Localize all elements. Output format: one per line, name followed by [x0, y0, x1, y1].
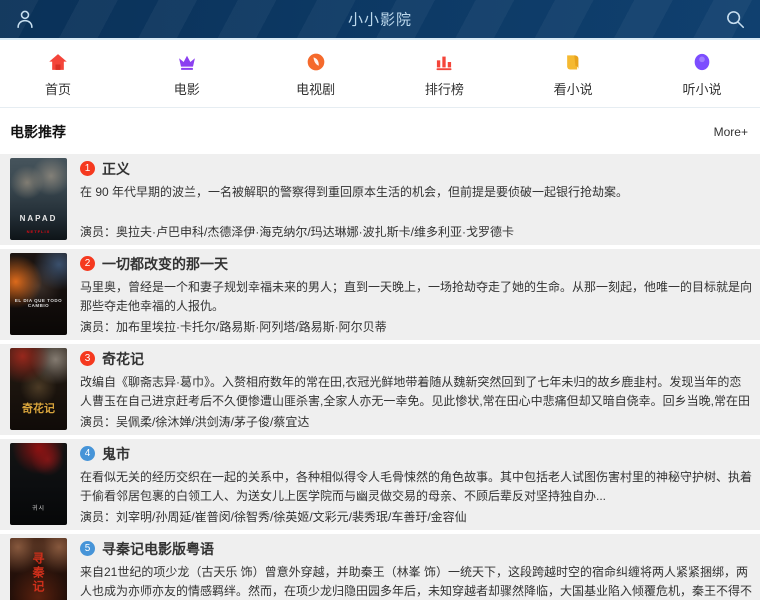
section-header: 电影推荐 More+ — [0, 108, 760, 154]
movie-poster[interactable]: NAPAD NETFLIX — [10, 158, 67, 240]
movie-content: 1 正义 在 90 年代早期的波兰，一名被解职的警察得到重回原本生活的机会，但前… — [80, 158, 752, 241]
movie-cast: 演员：刘宰明/孙周延/崔普闵/徐智秀/徐英姬/文彩元/裴秀珉/车善玗/金容仙 — [80, 510, 467, 524]
movie-poster[interactable]: 奇花记 — [10, 348, 67, 430]
poster-sub-text: NETFLIX — [26, 229, 51, 234]
movie-list-item[interactable]: NAPAD NETFLIX 1 正义 在 90 年代早期的波兰，一名被解职的警察… — [0, 154, 760, 245]
nav-bar: 首页 电影 电视剧 排行榜 看小说 听小说 — [0, 40, 760, 108]
nav-item-tv[interactable]: 电视剧 — [294, 52, 338, 98]
nav-item-label: 听小说 — [682, 82, 722, 97]
movie-content: 5 寻秦记电影版粤语 来自21世纪的项少龙（古天乐 饰）曾意外穿越，并助秦王（林… — [80, 538, 752, 600]
rank-badge: 1 — [80, 161, 95, 176]
rank-badge: 5 — [80, 541, 95, 556]
movie-title[interactable]: 寻秦记电影版粤语 — [102, 539, 214, 559]
movie-title-line: 3 奇花记 — [80, 348, 752, 369]
rank-badge: 3 — [80, 351, 95, 366]
app-header: 小小影院 — [0, 0, 760, 40]
movie-list: NAPAD NETFLIX 1 正义 在 90 年代早期的波兰，一名被解职的警察… — [0, 154, 760, 600]
movie-title-line: 2 一切都改变的那一天 — [80, 253, 752, 274]
tv-icon — [306, 52, 326, 72]
movie-description: 马里奥，曾经是一个和妻子规划幸福未来的男人；直到一天晚上，一场抢劫夺走了她的生命… — [80, 280, 752, 313]
nav-item-ranking[interactable]: 排行榜 — [422, 52, 466, 98]
movie-title-line: 4 鬼市 — [80, 443, 752, 464]
nav-item-label: 首页 — [44, 82, 71, 97]
movie-title-line: 5 寻秦记电影版粤语 — [80, 538, 752, 559]
movie-title[interactable]: 鬼市 — [102, 444, 130, 464]
movie-poster[interactable]: 寻秦记 — [10, 538, 67, 600]
movie-description: 来自21世纪的项少龙（古天乐 饰）曾意外穿越，并助秦王（林峯 饰）一统天下，这段… — [80, 565, 752, 598]
nav-item-label: 电视剧 — [296, 82, 336, 97]
nav-item-crown[interactable]: 电影 — [165, 52, 209, 98]
nav-item-label: 电影 — [173, 82, 200, 97]
movie-title[interactable]: 奇花记 — [102, 349, 144, 369]
listen-icon — [692, 52, 712, 72]
app-title: 小小影院 — [347, 11, 413, 29]
movie-list-item[interactable]: 寻秦记 5 寻秦记电影版粤语 来自21世纪的项少龙（古天乐 饰）曾意外穿越，并助… — [0, 534, 760, 600]
movie-title[interactable]: 一切都改变的那一天 — [102, 254, 228, 274]
crown-icon — [177, 52, 197, 72]
rank-badge: 4 — [80, 446, 95, 461]
movie-list-item[interactable]: 奇花记 3 奇花记 改编自《聊斋志异·葛巾》。入赘相府数年的常在田,衣冠光鲜地带… — [0, 344, 760, 435]
poster-title-text: 寻秦记 — [31, 552, 45, 594]
movie-content: 4 鬼市 在看似无关的经历交织在一起的关系中，各种相似得令人毛骨悚然的角色故事。… — [80, 443, 752, 526]
more-link[interactable]: More+ — [714, 125, 748, 139]
nav-item-home[interactable]: 首页 — [36, 52, 80, 98]
movie-cast: 演员：奥拉夫·卢巴申科/杰德泽伊·海克纳尔/玛达琳娜·波扎斯卡/维多利亚·戈罗德… — [80, 225, 514, 239]
poster-title-text: 귀시 — [31, 506, 46, 512]
user-icon[interactable] — [14, 8, 36, 30]
nav-item-label: 看小说 — [553, 82, 593, 97]
movie-list-item[interactable]: 귀시 4 鬼市 在看似无关的经历交织在一起的关系中，各种相似得令人毛骨悚然的角色… — [0, 439, 760, 530]
movie-poster[interactable]: 귀시 — [10, 443, 67, 525]
movie-content: 2 一切都改变的那一天 马里奥，曾经是一个和妻子规划幸福未来的男人；直到一天晚上… — [80, 253, 752, 336]
nav-item-book[interactable]: 看小说 — [551, 52, 595, 98]
movie-description: 改编自《聊斋志异·葛巾》。入赘相府数年的常在田,衣冠光鲜地带着随从魏新突然回到了… — [80, 375, 751, 408]
movie-description: 在 90 年代早期的波兰，一名被解职的警察得到重回原本生活的机会，但前提是要侦破… — [80, 185, 629, 199]
movie-title-line: 1 正义 — [80, 158, 752, 179]
movie-title[interactable]: 正义 — [102, 159, 130, 179]
movie-content: 3 奇花记 改编自《聊斋志异·葛巾》。入赘相府数年的常在田,衣冠光鲜地带着随从魏… — [80, 348, 752, 431]
nav-item-listen[interactable]: 听小说 — [680, 52, 724, 98]
movie-description: 在看似无关的经历交织在一起的关系中，各种相似得令人毛骨悚然的角色故事。其中包括老… — [80, 470, 752, 503]
movie-cast: 演员：吴佩柔/徐沐婵/洪剑涛/茅子俊/蔡宜达 — [80, 415, 310, 429]
poster-title-text: 奇花记 — [22, 403, 55, 415]
poster-title-text: EL DIA QUE TODO CAMBIO — [14, 298, 63, 308]
poster-title-text: NAPAD — [19, 214, 58, 223]
nav-item-label: 排行榜 — [424, 82, 464, 97]
ranking-icon — [434, 52, 454, 72]
section-title: 电影推荐 — [10, 124, 66, 140]
book-icon — [563, 52, 583, 72]
search-icon[interactable] — [724, 8, 746, 30]
movie-cast: 演员：加布里埃拉·卡托尔/路易斯·阿列塔/路易斯·阿尔贝蒂 — [80, 320, 387, 334]
rank-badge: 2 — [80, 256, 95, 271]
home-icon — [48, 52, 68, 72]
movie-poster[interactable]: EL DIA QUE TODO CAMBIO — [10, 253, 67, 335]
movie-list-item[interactable]: EL DIA QUE TODO CAMBIO 2 一切都改变的那一天 马里奥，曾… — [0, 249, 760, 340]
